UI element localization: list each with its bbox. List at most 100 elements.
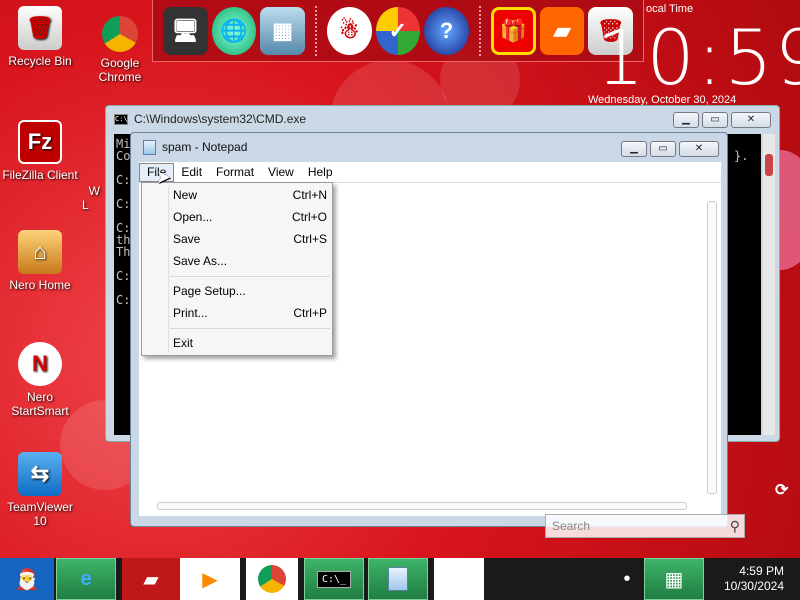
control-panel-icon[interactable]: ▦ [260, 6, 305, 55]
search-input[interactable]: Search ⚲ [545, 514, 745, 538]
menu-item-save-as[interactable]: Save As... [173, 251, 327, 271]
desktop-icon-label: Nero Home [9, 278, 71, 292]
menu-format[interactable]: Format [209, 162, 261, 182]
santa-computer-icon[interactable]: 🖥 [163, 6, 208, 55]
taskbar-explorer[interactable]: ▰ [122, 558, 180, 600]
menu-item-save[interactable]: Save Ctrl+S [173, 229, 327, 249]
menu-item-label: Open... [173, 210, 213, 224]
windows-update-icon[interactable]: ✓ [375, 6, 421, 55]
menu-item-label: Save As... [173, 254, 228, 268]
desktop-icon-label: Nero StartSmart [11, 390, 69, 418]
notepad-icon [143, 139, 156, 155]
notepad-taskbar-icon [388, 567, 408, 591]
close-button[interactable]: ✕ [731, 112, 771, 128]
menu-item-shortcut: Ctrl+O [291, 210, 327, 224]
notepad-title: spam - Notepad [162, 140, 248, 154]
mouse-cursor-icon: ➤ [156, 167, 172, 187]
teamviewer-icon: ⇆ [18, 452, 62, 496]
horizontal-scrollbar[interactable] [157, 502, 687, 510]
top-dock: 🖥 🌐 ▦ ☃ ✓ ? 🎁 ▰ 🗑 [152, 0, 644, 62]
menu-separator [170, 276, 330, 277]
taskbar-chrome[interactable] [246, 558, 298, 600]
chrome-taskbar-icon [258, 565, 286, 593]
menu-item-exit[interactable]: Exit [173, 333, 327, 353]
console-line: Co [116, 149, 131, 163]
file-menu-dropdown: New Ctrl+N Open... Ctrl+O Save Ctrl+S Sa… [141, 182, 333, 356]
menu-view[interactable]: View [261, 162, 301, 182]
menubar: File Edit Format View Help [139, 162, 721, 182]
search-icon[interactable]: ⚲ [730, 518, 740, 535]
console-line: C: [116, 293, 131, 307]
menu-item-new[interactable]: New Ctrl+N [173, 185, 327, 205]
start-button[interactable]: 🎅 [0, 558, 54, 600]
cmd-scrollbar[interactable] [763, 134, 775, 435]
desktop-icon-label: Recycle Bin [8, 54, 72, 68]
console-line: C: [116, 197, 131, 211]
santa-start-icon: 🎅 [14, 568, 40, 591]
cmd-icon: C:\ [114, 113, 128, 125]
nero-home-icon: ⌂ [18, 230, 62, 274]
search-placeholder: Search [552, 519, 591, 533]
tray-date: 10/30/2024 [723, 579, 784, 593]
taskbar-ie[interactable]: e [56, 558, 116, 600]
desktop-icon-partial[interactable]: W L [82, 170, 106, 212]
menu-item-label: Print... [173, 306, 208, 320]
desktop-icon-nero-startsmart[interactable]: N Nero StartSmart [0, 342, 80, 418]
desktop-icon-filezilla[interactable]: Fz FileZilla Client [0, 120, 80, 182]
console-line: C: [116, 173, 131, 187]
network-icon: ▦ [664, 568, 684, 591]
globe-icon[interactable]: 🌐 [211, 6, 257, 55]
menu-item-label: Save [173, 232, 201, 246]
scrollbar-thumb[interactable] [765, 154, 773, 176]
dock-separator [478, 5, 481, 56]
desktop-icon-recycle-bin[interactable]: 🗑 Recycle Bin [0, 6, 80, 68]
internet-explorer-icon: e [80, 567, 92, 590]
cmd-taskbar-icon: C:\_ [316, 570, 352, 588]
maximize-button[interactable]: ▭ [702, 112, 728, 128]
desktop-icon-teamviewer[interactable]: ⇆ TeamViewer 10 [0, 452, 80, 528]
desktop-icon-nero-home[interactable]: ⌂ Nero Home [0, 230, 80, 292]
recycle-bin-icon: 🗑 [18, 6, 62, 50]
menu-help[interactable]: Help [301, 162, 340, 182]
taskbar-media-player[interactable]: ▶ [180, 558, 240, 600]
vertical-scrollbar[interactable] [707, 201, 717, 494]
tray-clock[interactable]: 4:59 PM 10/30/2024 [724, 564, 784, 594]
menu-item-page-setup[interactable]: Page Setup... [173, 281, 327, 301]
desktop-icon-label: FileZilla Client [2, 168, 78, 182]
menu-item-shortcut: Ctrl+P [293, 306, 327, 320]
snowman-icon[interactable]: ☃ [326, 6, 372, 55]
menu-item-label: Exit [173, 336, 194, 350]
refresh-icon[interactable]: ⟳ [775, 480, 788, 500]
minimize-button[interactable]: ▁ [621, 141, 647, 157]
menu-item-label: Page Setup... [173, 284, 246, 298]
menu-item-shortcut: Ctrl+S [293, 232, 327, 246]
menu-item-shortcut: Ctrl+N [292, 188, 327, 202]
console-fragment: }. [734, 149, 749, 163]
media-player-icon: ▶ [202, 568, 218, 591]
folder-icon[interactable]: ▰ [539, 6, 585, 55]
desktop-icon-chrome[interactable]: Google Chrome [80, 16, 160, 84]
menu-item-label: New [173, 188, 198, 202]
help-icon[interactable]: ? [424, 6, 469, 55]
taskbar-notepad[interactable] [368, 558, 428, 600]
menu-edit[interactable]: Edit [174, 162, 209, 182]
menu-item-open[interactable]: Open... Ctrl+O [173, 207, 327, 227]
minimize-button[interactable]: ▁ [673, 112, 699, 128]
dock-separator [314, 5, 317, 56]
desktop-icon-label: W L [82, 184, 100, 212]
tray-network[interactable]: ▦ [644, 558, 704, 600]
filezilla-icon: Fz [18, 120, 62, 164]
nero-startsmart-icon: N [18, 342, 62, 386]
folder-taskbar-icon: ▰ [143, 568, 159, 591]
clock-time: 10:59 [596, 13, 800, 102]
desktop-icon-label: TeamViewer 10 [7, 500, 73, 528]
maximize-button[interactable]: ▭ [650, 141, 676, 157]
cmd-window-controls: ▁ ▭ ✕ [673, 112, 771, 128]
close-button[interactable]: ✕ [679, 141, 719, 157]
menu-item-print[interactable]: Print... Ctrl+P [173, 303, 327, 323]
desktop-icon-label: Google Chrome [98, 56, 142, 84]
taskbar-cmd[interactable]: C:\_ [304, 558, 364, 600]
tray-time: 4:59 PM [739, 564, 784, 578]
taskbar-blank-item[interactable] [434, 558, 484, 600]
gift-icon[interactable]: 🎁 [490, 6, 536, 55]
